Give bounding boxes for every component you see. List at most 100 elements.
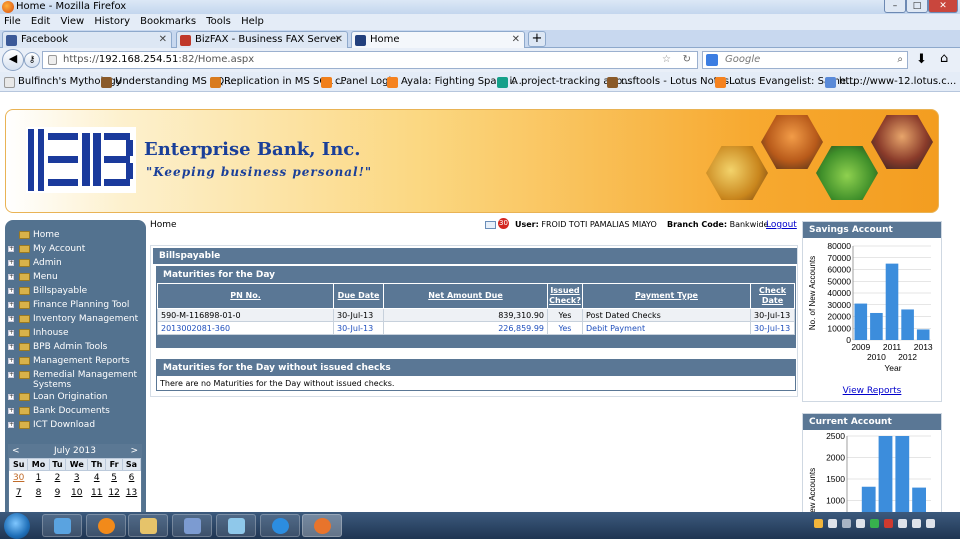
expand-icon[interactable]: + (8, 302, 14, 308)
close-button[interactable]: ✕ (928, 0, 958, 13)
bookmark-star-icon[interactable]: ☆ (662, 52, 671, 68)
search-icon[interactable]: ⌕ (897, 52, 903, 68)
column-header-issued[interactable]: Issued Check? (547, 283, 583, 309)
expand-icon[interactable]: + (8, 288, 14, 294)
taskbar-app[interactable] (216, 514, 256, 537)
calendar-date[interactable]: 7 (10, 486, 28, 501)
expand-icon[interactable]: + (8, 422, 14, 428)
tray-icon[interactable] (912, 519, 921, 528)
taskbar-app[interactable] (172, 514, 212, 537)
tray-icon[interactable] (814, 519, 823, 528)
new-tab-button[interactable]: + (528, 31, 546, 47)
sidebar-item-inventory[interactable]: + Inventory Management (5, 312, 146, 326)
calendar-date[interactable]: 1 (28, 471, 49, 486)
maximize-button[interactable]: □ (906, 0, 928, 13)
download-icon[interactable]: ⬇ (916, 52, 927, 67)
expand-icon[interactable]: + (8, 246, 14, 252)
menu-view[interactable]: View (60, 16, 84, 27)
expand-icon[interactable]: + (8, 274, 14, 280)
calendar-date[interactable]: 13 (123, 486, 141, 501)
taskbar-app[interactable] (42, 514, 82, 537)
expand-icon[interactable]: + (8, 358, 14, 364)
pn-cell[interactable]: 2013002081-360 (157, 321, 334, 335)
sidebar-item-management-reports[interactable]: + Management Reports (5, 354, 146, 368)
url-bar[interactable]: https://192.168.254.51:82/Home.aspx ☆ ↻ (42, 51, 698, 69)
calendar-date[interactable]: 30 (10, 471, 28, 486)
calendar-date[interactable]: 12 (106, 486, 123, 501)
minimize-button[interactable]: – (884, 0, 906, 13)
taskbar-app[interactable] (86, 514, 126, 537)
sidebar-item-billspayable[interactable]: + Billspayable (5, 284, 146, 298)
savings-account-panel: Savings Account 0 10000 20000 30000 40000 500… (802, 221, 942, 402)
sidebar-item-my-account[interactable]: + My Account (5, 242, 146, 256)
home-icon[interactable]: ⌂ (940, 51, 948, 66)
expand-icon[interactable]: + (8, 372, 14, 378)
close-tab-icon[interactable]: ✕ (335, 32, 343, 48)
calendar-date[interactable]: 8 (28, 486, 49, 501)
close-tab-icon[interactable]: ✕ (159, 32, 167, 48)
menu-help[interactable]: Help (241, 16, 264, 27)
view-reports-link[interactable]: View Reports (803, 386, 941, 396)
search-input[interactable]: Google ⌕ (702, 51, 908, 69)
mail-icon[interactable] (485, 221, 496, 229)
expand-icon[interactable]: + (8, 394, 14, 400)
tray-icon[interactable] (926, 519, 935, 528)
menu-tools[interactable]: Tools (206, 16, 231, 27)
bookmark-item[interactable]: http://www-12.lotus.c... (825, 72, 956, 91)
expand-icon[interactable]: + (8, 260, 14, 266)
column-header-amount[interactable]: Net Amount Due (383, 283, 548, 309)
calendar-date[interactable]: 4 (88, 471, 106, 486)
calendar-date[interactable]: 10 (66, 486, 88, 501)
taskbar-app[interactable] (302, 514, 342, 537)
calendar-prev-button[interactable]: < (12, 445, 20, 458)
menu-edit[interactable]: Edit (31, 16, 50, 27)
sidebar-item-menu[interactable]: + Menu (5, 270, 146, 284)
column-header-payment-type[interactable]: Payment Type (582, 283, 751, 309)
calendar-next-button[interactable]: > (130, 445, 138, 458)
tray-icon[interactable] (856, 519, 865, 528)
expand-icon[interactable]: + (8, 316, 14, 322)
notification-badge[interactable]: 30 (498, 218, 509, 229)
sidebar-item-bpb-admin[interactable]: + BPB Admin Tools (5, 340, 146, 354)
taskbar-app[interactable] (128, 514, 168, 537)
menu-bookmarks[interactable]: Bookmarks (140, 16, 196, 27)
tray-icon[interactable] (870, 519, 879, 528)
column-header-pn[interactable]: PN No. (157, 283, 334, 309)
sidebar-item-finance-planning[interactable]: + Finance Planning Tool (5, 298, 146, 312)
calendar-date[interactable]: 5 (106, 471, 123, 486)
sidebar-item-ict-download[interactable]: + ICT Download (5, 418, 146, 432)
close-tab-icon[interactable]: ✕ (512, 32, 520, 48)
menu-history[interactable]: History (94, 16, 130, 27)
taskbar-app[interactable] (260, 514, 300, 537)
calendar-date[interactable]: 11 (88, 486, 106, 501)
calendar-date[interactable]: 6 (123, 471, 141, 486)
tab-facebook[interactable]: Facebook ✕ (2, 31, 172, 48)
menu-file[interactable]: File (4, 16, 21, 27)
calendar-date[interactable]: 9 (49, 486, 66, 501)
sidebar-item-bank-documents[interactable]: + Bank Documents (5, 404, 146, 418)
tab-bizfax[interactable]: BizFAX - Business FAX Server ✕ (176, 31, 348, 48)
sidebar-item-remedial[interactable]: + Remedial Management Systems (5, 368, 146, 390)
tray-icon[interactable] (884, 519, 893, 528)
sidebar-item-inhouse[interactable]: + Inhouse (5, 326, 146, 340)
sidebar-item-home[interactable]: Home (5, 228, 146, 242)
logout-link[interactable]: Logout (766, 220, 797, 230)
tab-home[interactable]: Home ✕ (351, 31, 525, 48)
column-header-check-date[interactable]: Check Date (750, 283, 795, 309)
expand-icon[interactable]: + (8, 330, 14, 336)
folder-icon (19, 273, 30, 281)
tray-icon[interactable] (842, 519, 851, 528)
identity-button[interactable]: ⚷ (24, 52, 40, 68)
calendar-date[interactable]: 2 (49, 471, 66, 486)
tray-icon[interactable] (828, 519, 837, 528)
expand-icon[interactable]: + (8, 344, 14, 350)
reload-icon[interactable]: ↻ (683, 52, 691, 68)
calendar-date[interactable]: 3 (66, 471, 88, 486)
column-header-due-date[interactable]: Due Date (333, 283, 384, 309)
tray-icon[interactable] (898, 519, 907, 528)
expand-icon[interactable]: + (8, 408, 14, 414)
start-button[interactable] (4, 513, 30, 539)
back-button[interactable]: ◀ (2, 49, 24, 71)
sidebar-item-admin[interactable]: + Admin (5, 256, 146, 270)
sidebar-item-loan-origination[interactable]: + Loan Origination (5, 390, 146, 404)
